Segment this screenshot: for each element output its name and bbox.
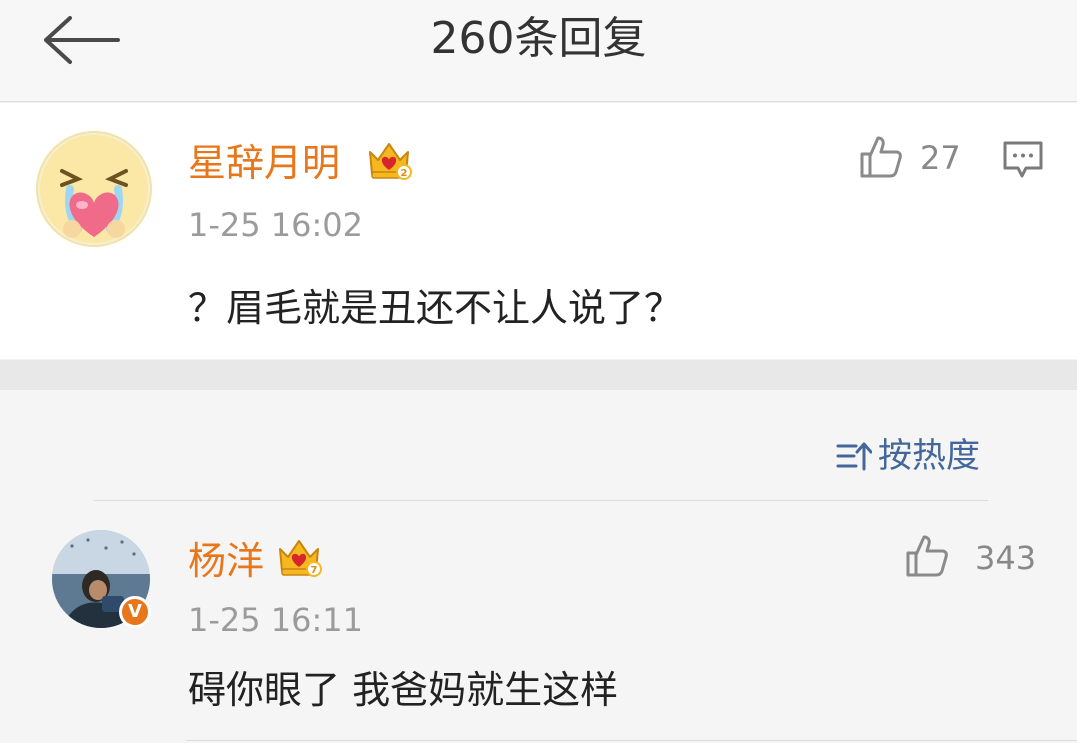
verified-badge: V xyxy=(119,596,151,628)
thumbs-up-icon xyxy=(906,535,948,577)
crown-icon: 7 xyxy=(279,540,322,577)
member-crown-badge: 7 xyxy=(276,535,322,583)
sort-icon xyxy=(836,442,872,471)
comment-text: ？眉毛就是丑还不让人说了？ xyxy=(188,286,683,330)
avatar[interactable] xyxy=(36,131,152,247)
like-count: 343 xyxy=(975,539,1037,577)
username[interactable]: 星辞月明 xyxy=(188,140,340,186)
sort-label: 按热度 xyxy=(878,436,980,476)
divider xyxy=(186,740,1077,741)
sort-by-hot-button[interactable]: 按热度 xyxy=(836,432,980,480)
crying-emoji-avatar-icon xyxy=(40,135,148,243)
top-bar: 260条回复 xyxy=(0,0,1077,102)
member-crown-badge: 2 xyxy=(366,138,412,186)
divider xyxy=(94,500,988,501)
reply-time: 1-25 16:11 xyxy=(188,601,364,639)
crown-icon: 2 xyxy=(369,143,412,180)
comment-time: 1-25 16:02 xyxy=(188,206,364,244)
like-button[interactable] xyxy=(904,533,950,583)
member-level: 2 xyxy=(401,168,408,179)
page-title: 260条回复 xyxy=(430,13,647,64)
comment-icon xyxy=(1003,141,1043,178)
thumbs-up-icon xyxy=(860,136,902,178)
like-button[interactable] xyxy=(858,134,904,184)
like-count: 27 xyxy=(920,139,961,177)
section-divider xyxy=(0,360,1077,390)
member-level: 7 xyxy=(311,565,318,576)
reply-text: 碍你眼了 我爸妈就生这样 xyxy=(188,668,619,712)
username[interactable]: 杨洋 xyxy=(188,538,264,584)
reply-button[interactable] xyxy=(1002,140,1044,184)
